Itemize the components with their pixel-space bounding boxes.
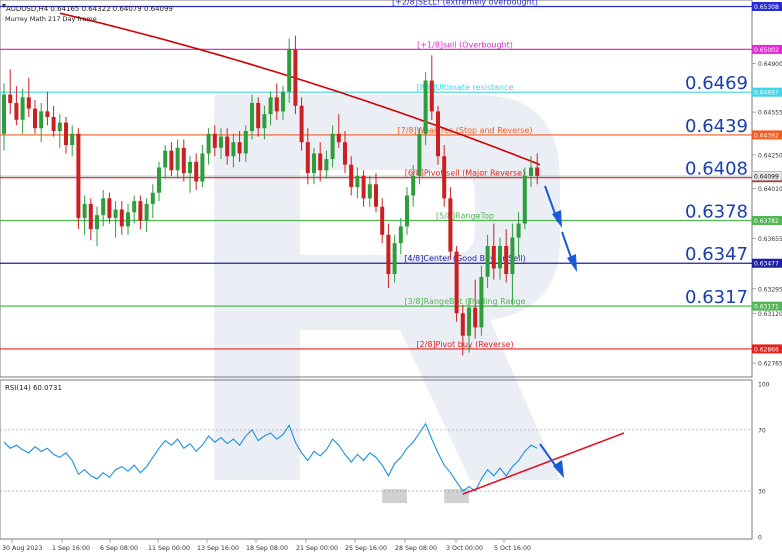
rsi-tick-label: 70 [758,427,766,434]
price-tag-label: 0.62866 [754,346,779,353]
price-tag-label: 0.63171 [754,304,779,311]
rsi-tick-label: 0 [758,535,762,542]
price-tag-label: 0.64697 [754,90,779,97]
level-big-label: 0.6469 [685,73,748,94]
price-axis: 0.64900 0.64555 0.64250 0.64010 0.63655 0.632… [752,61,782,368]
murrey-label: [+2/8]SELL! (extremely overbought) [392,0,538,6]
time-tick-label: 21 Sep 00:00 [296,545,338,552]
price-tick-label: 0.64010 [758,186,782,193]
indicator-name: Murrey Math 217 Day frame [5,15,97,23]
rsi-highlight-box [382,489,407,504]
price-tick-label: 0.62765 [758,361,782,368]
rsi-panel [0,379,753,540]
time-tick-label: 13 Sep 16:00 [197,545,239,552]
price-tag-label: 0.63782 [754,218,779,225]
time-tick-label: 11 Sep 00:00 [148,545,190,552]
price-tick-label: 0.63295 [758,286,782,293]
level-big-label: 0.6378 [685,201,748,222]
level-big-label: 0.6317 [685,287,748,308]
price-tick-label: 0.64555 [758,110,782,117]
price-tag-label: 0.63477 [754,261,779,268]
candle [522,167,527,230]
time-tick-label: 1 Sep 16:00 [52,545,90,552]
current-price-label: 0.64099 [754,174,779,181]
murrey-label: [+1/8]sell (Overbought) [417,40,513,49]
rsi-highlight-box [444,489,469,504]
candle [454,245,459,322]
time-tick-label: 18 Sep 08:00 [246,545,288,552]
rsi-title: RSI(14) 60.0731 [5,384,62,392]
time-axis: 30 Aug 2023 1 Sep 16:00 6 Sep 08:00 11 Sep … [2,539,531,552]
candle [436,105,440,165]
time-tick-label: 28 Sep 08:00 [395,545,437,552]
symbol-line: AUDUSD,H4 0.64165 0.64322 0.64079 0.6409… [6,5,173,13]
time-tick-label: 25 Sep 16:00 [345,545,387,552]
price-tag-label: 0.64392 [754,132,779,139]
level-big-label: 0.6439 [685,116,748,137]
rsi-tick-label: 100 [758,382,770,389]
price-tag-label: 0.65308 [754,4,779,11]
time-tick-label: 30 Aug 2023 [2,545,42,552]
price-tick-label: 0.63655 [758,236,782,243]
time-tick-label: 3 Oct 00:00 [446,545,483,552]
price-tick-label: 0.64250 [758,152,782,159]
level-big-label: 0.6347 [685,244,748,265]
murrey-label: [5/8]RangeTop [436,211,494,220]
chart-canvas: [+2/8]SELL! (extremely overbought) 0.6530… [0,0,782,552]
candle [76,128,81,230]
level-big-label: 0.6408 [685,159,748,180]
rsi-tick-label: 30 [758,489,766,496]
murrey-label: [3/8]RangeBot (Trading Range [405,297,526,306]
price-tick-label: 0.63120 [758,311,782,318]
price-tag-label: 0.65002 [754,47,779,54]
time-tick-label: 6 Sep 08:00 [100,545,138,552]
murrey-label: [2/8]Pivot buy (Reverse) [416,340,513,349]
time-tick-label: 5 Oct 16:00 [494,545,531,552]
murrey-label: [6/8]Pivot sell (Major Reverse) [405,169,526,178]
murrey-label: [7/8]Weak res (Stop and Reverse) [397,126,532,135]
price-tick-label: 0.64900 [758,61,782,68]
candle [417,128,422,185]
